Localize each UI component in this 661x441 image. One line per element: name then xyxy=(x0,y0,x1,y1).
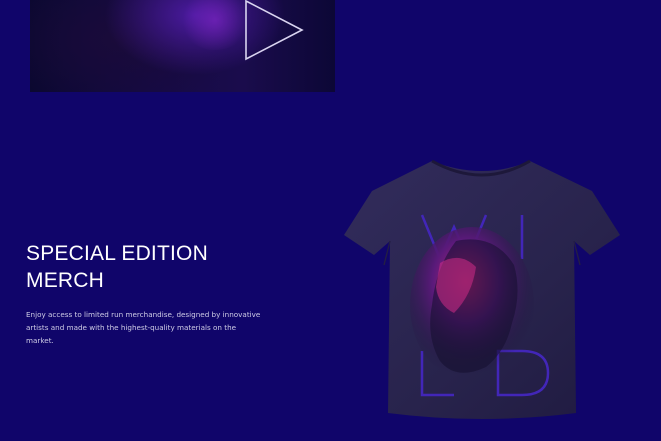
title-line-2: MERCH xyxy=(26,269,104,292)
play-icon[interactable] xyxy=(243,0,305,62)
page-title: SPECIAL EDITION MERCH xyxy=(26,240,208,294)
tshirt-image xyxy=(344,159,620,419)
merch-description: Enjoy access to limited run merchandise,… xyxy=(26,310,261,345)
title-line-1: SPECIAL EDITION xyxy=(26,242,208,265)
thumbnail-glow xyxy=(180,0,250,50)
